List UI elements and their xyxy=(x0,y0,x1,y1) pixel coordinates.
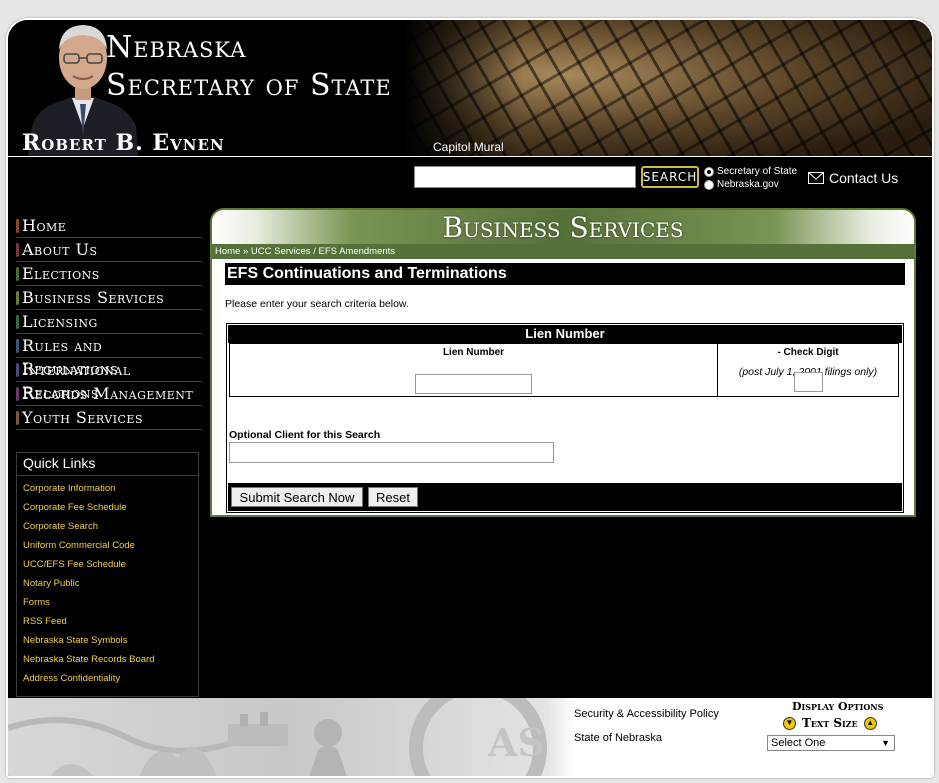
instructions-text: Please enter your search criteria below. xyxy=(225,298,409,310)
mural-label: Capitol Mural xyxy=(433,140,504,154)
check-digit-input[interactable] xyxy=(794,372,823,392)
search-button[interactable]: SEARCH xyxy=(641,166,699,188)
nav-item-business-services[interactable]: Business Services xyxy=(16,286,202,310)
footer-seal-artwork: AS xyxy=(8,698,547,776)
quick-link-notary-public[interactable]: Notary Public xyxy=(17,574,198,593)
quick-link-forms[interactable]: Forms xyxy=(17,593,198,612)
quick-links-title: Quick Links xyxy=(23,455,96,471)
lien-number-cell: Lien Number xyxy=(230,344,718,396)
submit-search-button[interactable]: Submit Search Now xyxy=(231,487,363,507)
check-digit-label: - Check Digit xyxy=(777,347,839,358)
nav-item-about-us[interactable]: About Us xyxy=(16,238,202,262)
optional-client-label: Optional Client for this Search xyxy=(229,429,381,441)
select-value: Select One xyxy=(771,737,826,749)
increase-text-size-icon[interactable]: ▲ xyxy=(863,716,877,730)
page: Nebraska Secretary of State Robert B. Ev… xyxy=(0,0,939,783)
nav-item-licensing[interactable]: Licensing xyxy=(16,310,202,334)
main-nav: Home About Us Elections Business Service… xyxy=(16,214,202,430)
quick-link-corporate-information[interactable]: Corporate Information xyxy=(17,479,198,498)
scope-radio-sos[interactable]: Secretary of State xyxy=(704,166,797,177)
nav-item-home[interactable]: Home xyxy=(16,214,202,238)
contact-us-link[interactable]: Contact Us xyxy=(808,170,898,186)
display-options-title: Display Options xyxy=(792,700,884,713)
quick-link-ucc-efs-fee-schedule[interactable]: UCC/EFS Fee Schedule xyxy=(17,555,198,574)
lien-number-input[interactable] xyxy=(415,374,532,394)
quick-link-uniform-commercial-code[interactable]: Uniform Commercial Code xyxy=(17,536,198,555)
nav-item-records-management[interactable]: Records Management xyxy=(16,382,202,406)
scope-label-sos: Secretary of State xyxy=(717,166,798,177)
quick-links-panel: Quick Links Corporate Information Corpor… xyxy=(16,452,199,697)
chevron-down-icon: ▼ xyxy=(881,738,890,748)
site-title-line1: Nebraska xyxy=(106,30,247,65)
text-size-control: ▼ Text Size ▲ xyxy=(783,716,877,730)
nav-item-youth-services[interactable]: Youth Services xyxy=(16,406,202,430)
nav-item-elections[interactable]: Elections xyxy=(16,262,202,286)
lien-number-label: Lien Number xyxy=(442,347,505,358)
site-frame: Nebraska Secretary of State Robert B. Ev… xyxy=(6,18,934,778)
form-button-bar: Submit Search Now Reset xyxy=(228,483,902,511)
quick-link-address-confidentiality[interactable]: Address Confidentiality xyxy=(17,669,198,688)
quick-link-rss-feed[interactable]: RSS Feed xyxy=(17,612,198,631)
site-title-line2: Secretary of State xyxy=(106,68,392,103)
breadcrumb-ucc-services[interactable]: UCC Services xyxy=(251,246,311,257)
breadcrumb-current: EFS Amendments xyxy=(318,246,396,257)
content-panel: Business Services Home » UCC Services / … xyxy=(210,208,916,517)
radio-selected-icon[interactable] xyxy=(704,166,714,177)
page-title: EFS Continuations and Terminations xyxy=(225,263,905,285)
quick-link-state-symbols[interactable]: Nebraska State Symbols xyxy=(17,631,198,650)
site-footer: AS Security & Accessibility Policy State… xyxy=(8,698,932,776)
svg-text:AS: AS xyxy=(487,720,545,765)
header-divider xyxy=(8,156,932,157)
breadcrumb: Home » UCC Services / EFS Amendments xyxy=(212,244,914,259)
footer-links: Security & Accessibility Policy State of… xyxy=(574,708,719,756)
official-name: Robert B. Evnen xyxy=(22,130,225,156)
breadcrumb-home[interactable]: Home xyxy=(215,246,240,257)
envelope-icon xyxy=(808,172,824,184)
nav-item-international-relations[interactable]: International Relations xyxy=(16,358,202,402)
nav-item-rules-and-regulations[interactable]: Rules and Regulations xyxy=(16,334,202,378)
decrease-text-size-icon[interactable]: ▼ xyxy=(783,716,796,730)
optional-client-input[interactable] xyxy=(229,442,554,463)
quick-link-corporate-search[interactable]: Corporate Search xyxy=(17,517,198,536)
check-digit-cell: - Check Digit (post July 1, 2001 filings… xyxy=(718,344,898,396)
contact-us-label: Contact Us xyxy=(829,170,899,186)
site-search-input[interactable] xyxy=(414,166,636,188)
site-header: Nebraska Secretary of State Robert B. Ev… xyxy=(8,20,932,157)
quick-link-corporate-fee-schedule[interactable]: Corporate Fee Schedule xyxy=(17,498,198,517)
scope-label-nebraska-gov: Nebraska.gov xyxy=(717,179,779,190)
search-form: Lien Number Lien Number - Check Digit (p… xyxy=(226,323,904,513)
reset-button[interactable]: Reset xyxy=(368,487,418,507)
radio-unselected-icon[interactable] xyxy=(704,179,714,190)
form-header: Lien Number xyxy=(228,325,902,343)
breadcrumb-separator: » xyxy=(240,246,251,257)
quick-links-divider xyxy=(17,475,198,476)
quick-link-records-board[interactable]: Nebraska State Records Board xyxy=(17,650,198,669)
footer-link-security-policy[interactable]: Security & Accessibility Policy xyxy=(574,708,719,732)
footer-link-state-of-nebraska[interactable]: State of Nebraska xyxy=(574,732,719,756)
lien-number-table: Lien Number - Check Digit (post July 1, … xyxy=(229,343,899,397)
section-title: Business Services xyxy=(442,211,684,244)
scope-radio-nebraska-gov[interactable]: Nebraska.gov xyxy=(704,179,779,190)
text-size-label: Text Size xyxy=(802,716,858,730)
capitol-mural-image xyxy=(403,20,932,157)
display-options-select[interactable]: Select One ▼ xyxy=(767,735,895,751)
